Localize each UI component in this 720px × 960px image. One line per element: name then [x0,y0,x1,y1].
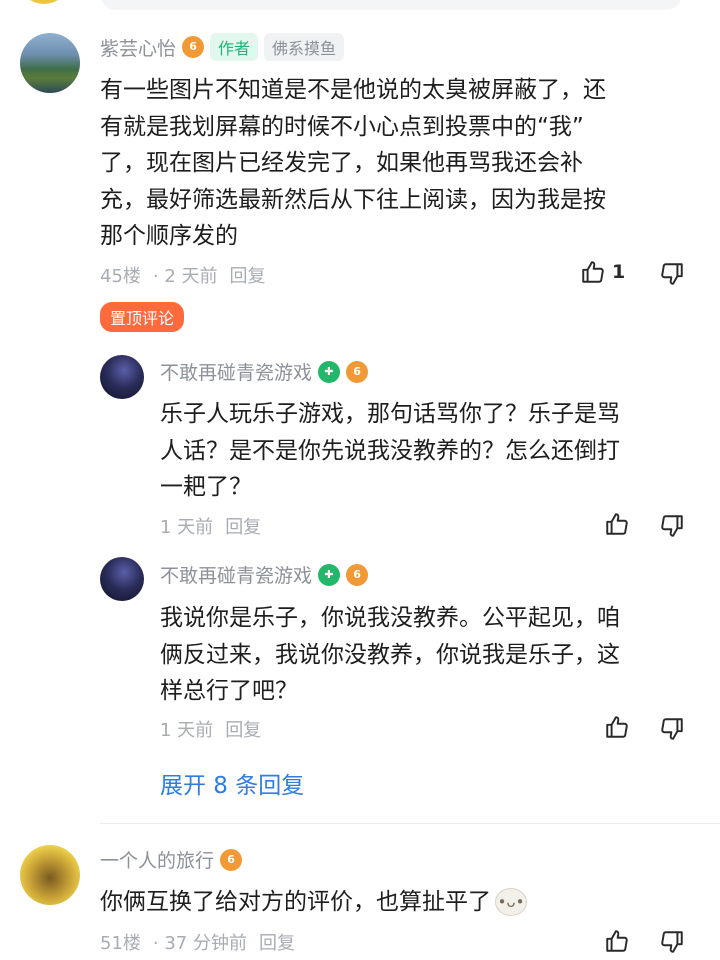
level-badge-icon: 6 [220,848,243,871]
thumbs-up-icon [606,513,628,535]
emoji-icon: •ᴗ• [495,888,527,917]
reply-button[interactable]: 回复 [225,517,261,538]
previous-comment-box [100,0,682,10]
timestamp: 1 天前 [160,720,214,741]
dislike-button[interactable] [659,929,685,959]
comment-line: 充，最好筛选最新然后从下往上阅读，因为我是按 [100,186,606,213]
reply-text: 我说你是乐子，你说我没教养。公平起见，咱 俩反过来，我说你没教养，你说我是乐子，… [160,600,700,710]
reply-meta: 1 天前 回复 [160,513,273,539]
reply-header: 不敢再碰青瓷游戏 ✚ 6 [160,561,369,588]
reply-line: 俩反过来，我说你没教养，你说我是乐子，这 [160,641,620,668]
dislike-button[interactable] [659,716,685,746]
level-badge-icon: 6 [182,36,205,58]
thumbs-up-icon [606,716,628,738]
like-button[interactable]: 1 [580,259,625,285]
floor-number: 45楼 [100,266,141,287]
username[interactable]: 一个人的旅行 [100,846,214,873]
username[interactable]: 紫芸心怡 [100,34,176,61]
game-badge-icon: ✚ [318,360,341,383]
reply-line: 我说你是乐子，你说我没教养。公平起见，咱 [160,605,620,631]
like-button[interactable] [604,511,630,541]
thumbs-down-icon [661,931,683,953]
pinned-comment-badge: 置顶评论 [100,302,185,332]
reply-line: 人话？是不是你先说我没教养的？怎么还倒打 [160,437,620,464]
reply-text: 乐子人玩乐子游戏，那句话骂你了？乐子是骂 人话？是不是你先说我没教养的？怎么还倒… [160,396,700,506]
avatar[interactable] [100,355,144,399]
comment-line: 了，现在图片已经发完了，如果他再骂我还会补 [100,150,583,176]
thumbs-down-icon [661,718,683,740]
level-badge-icon: 6 [346,563,369,586]
reply-button[interactable]: 回复 [225,720,261,741]
username[interactable]: 不敢再碰青瓷游戏 [160,561,312,588]
avatar[interactable] [100,557,144,601]
dislike-button[interactable] [659,261,685,291]
timestamp: 1 天前 [160,517,214,538]
timestamp: · 37 分钟前 [152,933,247,954]
thumbs-down-icon [661,515,683,537]
reply-header: 不敢再碰青瓷游戏 ✚ 6 [160,358,369,385]
like-button[interactable] [604,714,630,744]
timestamp: · 2 天前 [152,266,218,287]
comment-text: 你俩互换了给对方的评价，也算扯平了 •ᴗ• [100,884,527,921]
like-button[interactable] [604,928,630,958]
group-tag[interactable]: 佛系摸鱼 [264,33,345,61]
reply-meta: 1 天前 回复 [160,716,273,742]
reply-button[interactable]: 回复 [230,266,266,287]
expand-replies-link[interactable]: 展开 8 条回复 [160,766,304,800]
comment-line: 有一些图片不知道是不是他说的太臭被屏蔽了，还 [100,77,606,103]
thumbs-up-icon [582,261,604,283]
avatar[interactable] [20,33,80,93]
floor-number: 51楼 [100,933,141,954]
comment-text: 有一些图片不知道是不是他说的太臭被屏蔽了，还 有就是我划屏幕的时候不小心点到投票… [100,72,700,255]
username[interactable]: 不敢再碰青瓷游戏 [160,358,312,385]
level-badge-icon: 6 [346,360,369,383]
comment-meta: 51楼 · 37 分钟前 回复 [100,929,307,955]
reply-button[interactable]: 回复 [259,933,295,954]
reply-line: 一耙了？ [160,474,252,500]
comment-line: 你俩互换了给对方的评价，也算扯平了 [100,889,491,915]
divider [100,823,720,824]
game-badge-icon: ✚ [318,563,341,586]
comment-header: 紫芸心怡 6 作者 佛系摸鱼 [100,33,345,61]
comment-line: 那个顺序发的 [100,223,238,249]
comment-meta: 45楼 · 2 天前 回复 [100,262,278,288]
thumbs-down-icon [661,263,683,285]
thumbs-up-icon [606,930,628,952]
avatar[interactable] [22,0,66,4]
comment-line: 有就是我划屏幕的时候不小心点到投票中的“我” [100,113,584,140]
avatar[interactable] [20,845,80,905]
like-count: 1 [612,261,626,283]
author-tag: 作者 [210,33,259,61]
comment-header: 一个人的旅行 6 [100,846,243,873]
dislike-button[interactable] [659,513,685,543]
reply-line: 样总行了吧？ [160,678,298,704]
reply-line: 乐子人玩乐子游戏，那句话骂你了？乐子是骂 [160,401,620,427]
